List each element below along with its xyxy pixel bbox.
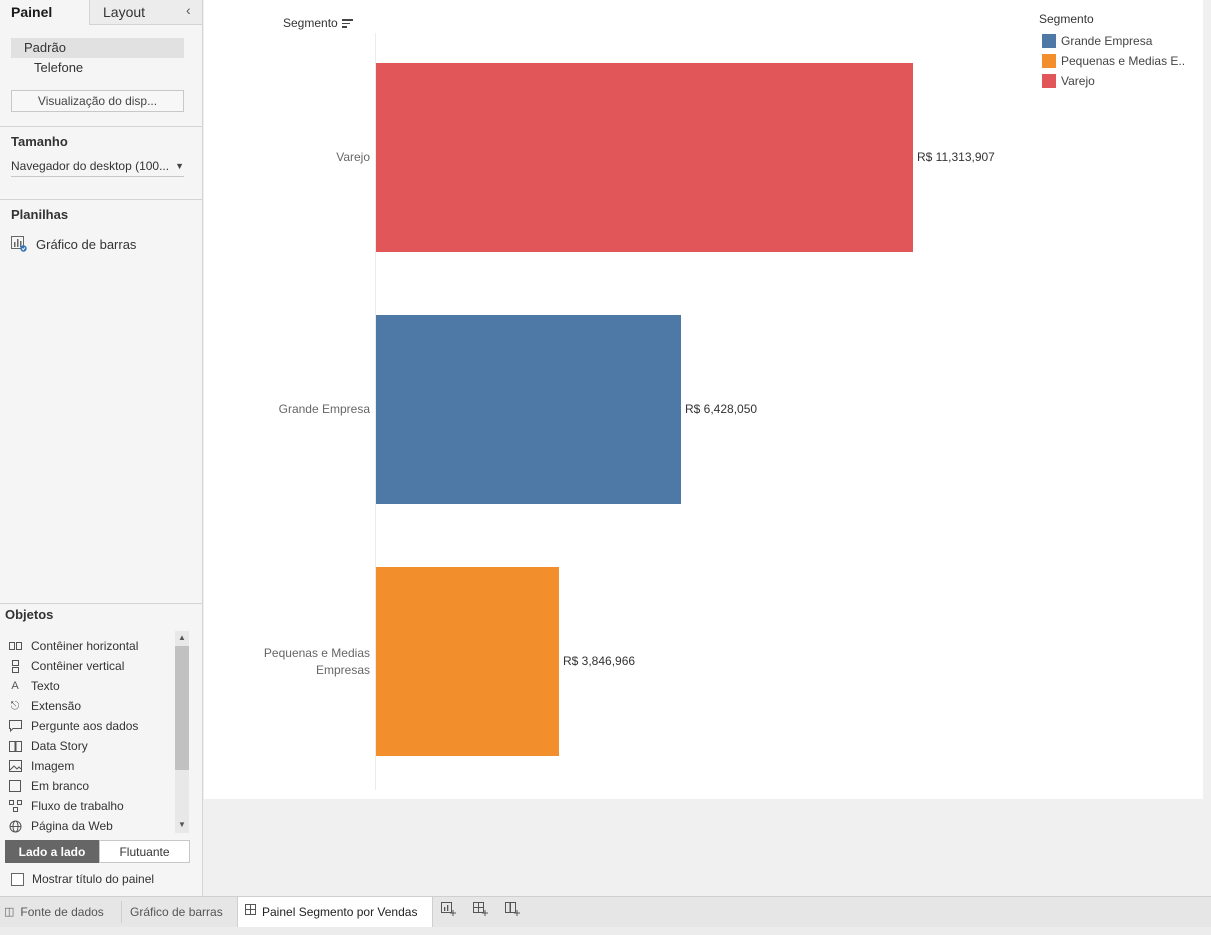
ask-data-icon <box>8 719 22 733</box>
object-label: Data Story <box>31 739 88 753</box>
sort-icon[interactable] <box>341 18 353 28</box>
bar-value-label: R$ 11,313,907 <box>917 149 995 164</box>
segment-column-header[interactable]: Segmento <box>283 16 353 30</box>
legend-item[interactable]: Grande Empresa <box>1039 31 1189 51</box>
object-label: Contêiner vertical <box>31 659 125 673</box>
panel-tabs: Painel Layout ‹ <box>0 0 202 25</box>
divider <box>121 901 122 923</box>
segment-header-label: Segmento <box>283 16 338 30</box>
horizontal-container-icon <box>8 639 22 653</box>
object-item[interactable]: Contêiner vertical <box>5 656 175 676</box>
vertical-container-icon <box>8 659 22 673</box>
text-icon: A <box>11 680 19 692</box>
object-item[interactable]: Fluxo de trabalho <box>5 796 175 816</box>
tab-dashboard-label: Painel Segmento por Vendas <box>262 905 418 919</box>
tableau-workspace: Painel Layout ‹ Padrão Telefone Visualiz… <box>0 0 1211 935</box>
tiled-toggle-button[interactable]: Lado a lado <box>5 840 99 863</box>
objects-section-title: Objetos <box>5 607 54 622</box>
tab-datasource[interactable]: ◫ Fonte de dados <box>4 897 117 927</box>
object-item[interactable]: Pergunte aos dados <box>5 716 175 736</box>
size-dropdown-value: Navegador do desktop (100... <box>11 159 170 173</box>
object-label: Pergunte aos dados <box>31 719 139 733</box>
tab-datasource-label: Fonte de dados <box>20 905 104 919</box>
category-label: Varejo <box>336 150 370 164</box>
bar[interactable] <box>376 567 559 756</box>
object-label: Fluxo de trabalho <box>31 799 124 813</box>
dashboard-icon <box>245 897 256 927</box>
object-label: Página da Web <box>31 819 113 833</box>
divider <box>0 126 202 127</box>
web-page-icon <box>8 819 22 833</box>
object-label: Texto <box>31 679 60 693</box>
legend-title: Segmento <box>1039 12 1094 26</box>
tab-panel[interactable]: Painel <box>0 0 89 25</box>
new-story-icon[interactable] <box>501 901 525 923</box>
image-icon <box>8 759 22 773</box>
show-title-label: Mostrar título do painel <box>32 872 155 886</box>
workflow-icon <box>8 799 22 813</box>
object-item[interactable]: Em branco <box>5 776 175 796</box>
color-legend: Segmento Grande Empresa Pequenas e Medias… <box>1039 12 1189 91</box>
show-dashboard-title-option[interactable]: Mostrar título do painel <box>11 872 154 886</box>
objects-list: Contêiner horizontal Contêiner vertical … <box>5 636 175 836</box>
scroll-down-icon[interactable]: ▼ <box>175 818 189 832</box>
blank-icon <box>8 779 22 793</box>
dashboard-canvas: Segmento Varejo R$ 11,313,907 Grande Empre… <box>204 0 1203 799</box>
legend-swatch <box>1042 34 1056 48</box>
object-item[interactable]: Data Story <box>5 736 175 756</box>
object-item[interactable]: A Texto <box>5 676 175 696</box>
bar[interactable] <box>376 315 681 504</box>
bar-value-label: R$ 3,846,966 <box>563 653 636 668</box>
divider <box>0 603 202 604</box>
object-item[interactable]: Imagem <box>5 756 175 776</box>
category-label: Grande Empresa <box>278 402 370 416</box>
divider <box>0 199 202 200</box>
sheet-item-label: Gráfico de barras <box>36 236 137 252</box>
device-preview-button[interactable]: Visualização do disp... <box>11 90 184 112</box>
legend-item[interactable]: Varejo <box>1039 71 1189 91</box>
worksheet-icon <box>11 236 27 252</box>
object-item[interactable]: Página da Web <box>5 816 175 836</box>
object-label: Contêiner horizontal <box>31 639 139 653</box>
bar-value-label: R$ 6,428,050 <box>685 401 758 416</box>
object-label: Em branco <box>31 779 90 793</box>
sheet-tab-bar: ◫ Fonte de dados Gráfico de barras Paine… <box>0 896 1211 927</box>
tab-dashboard[interactable]: Painel Segmento por Vendas <box>237 897 433 927</box>
data-story-icon <box>8 739 22 753</box>
legend-items: Grande Empresa Pequenas e Medias E.. Varej… <box>1039 31 1189 91</box>
new-worksheet-icon[interactable] <box>437 901 461 923</box>
objects-scrollbar-thumb[interactable] <box>175 646 189 770</box>
object-label: Extensão <box>31 699 82 713</box>
floating-toggle-button[interactable]: Flutuante <box>99 840 190 863</box>
device-default[interactable]: Padrão <box>11 38 184 58</box>
size-dropdown[interactable]: Navegador do desktop (100... ▼ <box>11 157 184 177</box>
tab-sheet-label: Gráfico de barras <box>130 905 223 919</box>
legend-item[interactable]: Pequenas e Medias E.. <box>1039 51 1189 71</box>
sheet-item-bar-chart[interactable]: Gráfico de barras <box>11 236 136 252</box>
scroll-up-icon[interactable]: ▲ <box>175 631 189 645</box>
object-item[interactable]: ⎋ Extensão <box>5 696 175 716</box>
bar[interactable] <box>376 63 913 252</box>
dashboard-side-panel: Painel Layout ‹ Padrão Telefone Visualiz… <box>0 0 203 896</box>
sheets-section-title: Planilhas <box>11 207 69 222</box>
status-bar <box>0 927 1211 935</box>
legend-swatch <box>1042 54 1056 68</box>
show-title-checkbox[interactable] <box>11 872 24 886</box>
legend-label: Grande Empresa <box>1061 34 1153 48</box>
device-phone[interactable]: Telefone <box>34 61 83 75</box>
datasource-icon: ◫ <box>4 906 15 918</box>
extension-icon: ⎋ <box>10 699 20 712</box>
tab-bar-chart-sheet[interactable]: Gráfico de barras <box>130 897 235 927</box>
size-section-title: Tamanho <box>11 134 68 149</box>
collapse-panel-icon[interactable]: ‹ <box>186 2 191 18</box>
legend-label: Pequenas e Medias E.. <box>1061 54 1186 68</box>
legend-label: Varejo <box>1061 74 1095 88</box>
new-dashboard-icon[interactable] <box>469 901 493 923</box>
object-item[interactable]: Contêiner horizontal <box>5 636 175 656</box>
object-label: Imagem <box>31 759 75 773</box>
category-label: Pequenas e Medias Empresas <box>263 645 370 677</box>
chevron-down-icon: ▼ <box>175 161 184 171</box>
legend-swatch <box>1042 74 1056 88</box>
